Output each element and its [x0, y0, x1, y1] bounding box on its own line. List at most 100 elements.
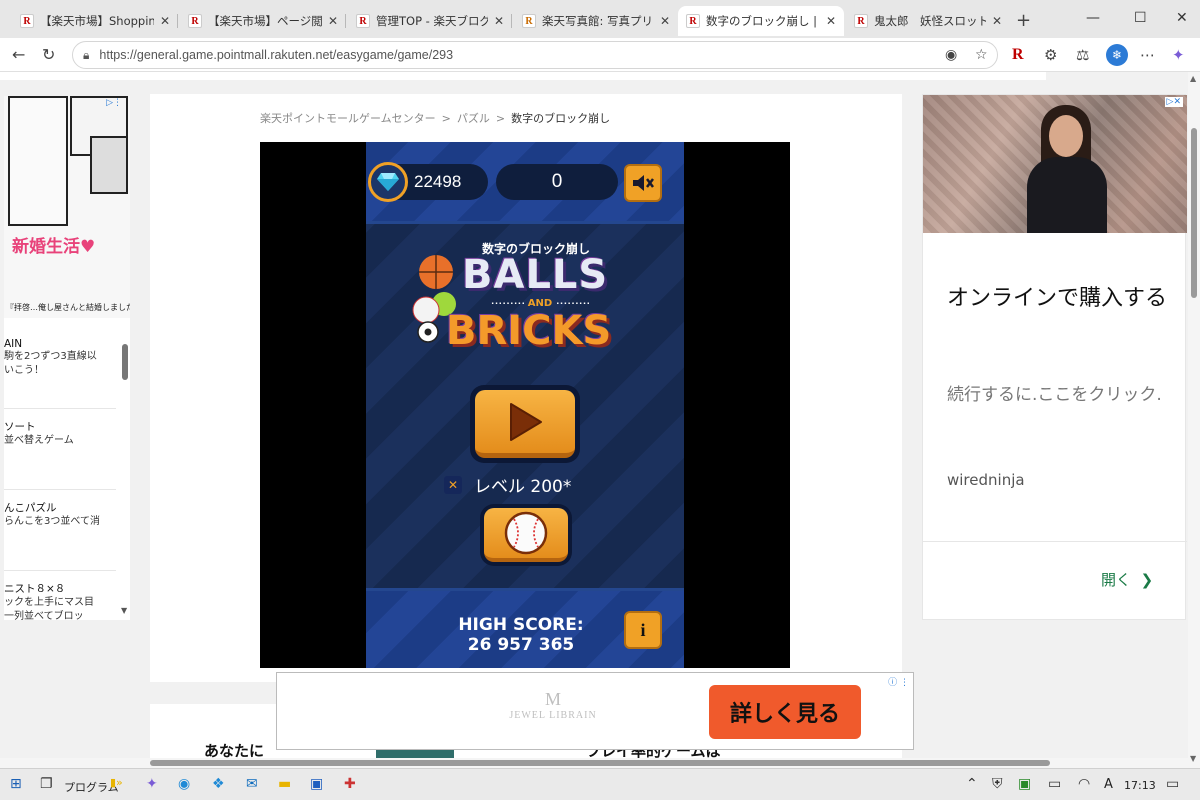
copilot-app-icon[interactable]: ✦ — [146, 776, 158, 792]
ad-open-button[interactable]: 開く ❯ — [1101, 569, 1153, 590]
level-label: レベル 200* — [474, 477, 572, 497]
taskbar: ⊞ ❐ プログラム ▮» ✦ ◉ ❖ ✉ ▬ ▣ ✚ ⌃ ⛨ ▣ ▭ ◠ A 1… — [0, 768, 1200, 800]
new-tab-button[interactable]: + — [1016, 10, 1031, 31]
folder-icon[interactable]: ▮» — [110, 776, 123, 789]
address-bar[interactable]: 🔒︎ https://general.game.pointmall.rakute… — [72, 41, 998, 69]
rakuten-favicon: R — [356, 14, 370, 28]
close-icon[interactable]: ✕ — [160, 14, 170, 28]
tracking-prevention-icon[interactable]: ◉ — [945, 47, 957, 63]
windows-start-icon[interactable]: ⊞ — [10, 776, 22, 792]
close-icon[interactable]: ✕ — [328, 14, 338, 28]
list-item[interactable]: ソート 並べ替えゲーム — [4, 409, 116, 490]
profile-avatar[interactable]: ❄ — [1106, 44, 1128, 66]
breadcrumb-home[interactable]: 楽天ポイントモールゲームセンター — [260, 112, 436, 125]
display-icon[interactable]: ▭ — [1048, 776, 1061, 792]
diamond-icon — [368, 162, 408, 202]
game-canvas[interactable]: 22498 0 数字のブロック崩し BALLS AND BRICKS — [366, 142, 684, 668]
close-icon[interactable]: ✕ — [660, 14, 670, 28]
chevron-up-icon[interactable]: ⌃ — [966, 776, 978, 792]
tab-kitaro-slot[interactable]: R 鬼太郎 妖怪スロット | ス ✕ — [846, 6, 1010, 36]
lock-icon[interactable]: 🔒︎ — [83, 48, 89, 63]
list-item[interactable]: AIN 駒を2つずつ3直線以 いこう！ — [4, 328, 116, 409]
tab-block-game[interactable]: R 数字のブロック崩し | 楽天 ✕ — [678, 6, 844, 36]
tab-rakuten-photo[interactable]: R 楽天写真館: 写真プリント| ✕ — [514, 6, 678, 36]
file-explorer-icon[interactable]: ▬ — [278, 776, 291, 792]
list-item[interactable]: ニスト８×８ ックを上手にマス目 一列並べてブロッ — [4, 571, 116, 620]
scroll-up-icon[interactable]: ▲ — [1190, 74, 1196, 83]
mute-button[interactable] — [624, 164, 662, 202]
back-button[interactable]: ← — [12, 45, 25, 64]
rakuten-favicon: R — [20, 14, 34, 28]
tab-title: 【楽天市場】ページ閲覧履 — [208, 14, 322, 28]
level-selector[interactable]: ✕ レベル 200* — [444, 472, 571, 497]
ball-shop-button[interactable] — [480, 504, 572, 566]
clock[interactable]: 17:13 — [1124, 779, 1156, 792]
vertical-scrollbar[interactable]: ▲ ▼ — [1188, 72, 1200, 768]
jewel-logo: M JEWEL LIBRAIN — [509, 689, 597, 721]
copilot-icon[interactable]: ✦ — [1172, 46, 1185, 64]
close-icon[interactable]: ✕ — [826, 14, 836, 28]
wifi-icon[interactable]: ◠ — [1078, 776, 1090, 792]
app-icon[interactable]: ✚ — [344, 776, 356, 792]
high-score-value: 26 957 365 — [467, 635, 575, 655]
favorite-star-icon[interactable]: ☆ — [975, 47, 988, 63]
collections-icon[interactable]: ⚖ — [1076, 46, 1089, 64]
learn-more-button[interactable]: 詳しく見る — [709, 685, 861, 739]
notification-icon[interactable]: ▭ — [1166, 776, 1179, 792]
gem-counter: 22498 — [368, 162, 488, 202]
main-content: 楽天ポイントモールゲームセンター > パズル > 数字のブロック崩し 22498 0 — [150, 94, 902, 682]
level-close-icon[interactable]: ✕ — [444, 475, 462, 494]
tab-title: 鬼太郎 妖怪スロット | ス — [874, 14, 986, 28]
tab-rakuten-shopping[interactable]: R 【楽天市場】Shopping is E ✕ — [12, 6, 178, 36]
horizontal-scrollbar[interactable] — [0, 758, 1188, 768]
tab-bar: R 【楽天市場】Shopping is E ✕ R 【楽天市場】ページ閲覧履 ✕… — [0, 0, 1200, 38]
ad-photo[interactable]: ▷✕ — [923, 95, 1187, 233]
breadcrumb-category[interactable]: パズル — [457, 112, 490, 125]
speaker-mute-icon — [633, 175, 654, 191]
maximize-button[interactable]: ☐ — [1134, 10, 1147, 26]
chevron-right-icon: ❯ — [1140, 571, 1154, 589]
extensions-icon[interactable]: ⚙ — [1044, 46, 1057, 64]
refresh-button[interactable]: ↻ — [42, 45, 55, 64]
more-menu-icon[interactable]: ⋯ — [1140, 46, 1155, 64]
right-ad[interactable]: ▷✕ オンラインで購入する 続行するに.ここをクリック. wiredninja … — [922, 94, 1187, 620]
close-icon[interactable]: ✕ — [992, 14, 1002, 28]
manga-ad[interactable]: ▷⋮ 新婚生活♥ 『拝啓…俺し屋さんと結婚しました』 — [4, 96, 130, 318]
ad-headline[interactable]: オンラインで購入する — [947, 283, 1167, 315]
rakuten-extension-icon[interactable]: R — [1012, 46, 1024, 64]
shield-icon[interactable]: ▣ — [1018, 776, 1031, 792]
photos-icon[interactable]: ❖ — [212, 776, 225, 792]
security-icon[interactable]: ⛨ — [992, 776, 1003, 792]
bottom-banner-ad[interactable]: ⓘ ⋮ M JEWEL LIBRAIN 詳しく見る — [276, 672, 914, 750]
close-icon[interactable]: ✕ — [494, 14, 504, 28]
logo-bricks: BRICKS — [446, 308, 612, 354]
minimize-button[interactable]: — — [1086, 10, 1100, 26]
ad-info-icon[interactable]: ▷⋮ — [106, 98, 122, 108]
info-button[interactable]: i — [624, 611, 662, 649]
close-window-button[interactable]: ✕ — [1176, 10, 1188, 26]
ad-subtext[interactable]: 続行するに.ここをクリック. — [947, 383, 1167, 407]
score-display: 0 — [496, 164, 618, 200]
rakuten-favicon: R — [854, 14, 868, 28]
rakuten-favicon: R — [188, 14, 202, 28]
scroll-down-icon[interactable]: ▼ — [1190, 754, 1196, 763]
game-list: AIN 駒を2つずつ3直線以 いこう！ ソート 並べ替えゲーム んこパズル らん… — [4, 328, 116, 620]
store-icon[interactable]: ▣ — [310, 776, 323, 792]
task-view-icon[interactable]: ❐ — [40, 776, 53, 792]
game-frame[interactable]: 22498 0 数字のブロック崩し BALLS AND BRICKS — [260, 142, 790, 668]
ime-indicator[interactable]: A — [1104, 777, 1113, 792]
list-item[interactable]: んこパズル らんこを3つ並べて消 — [4, 490, 116, 571]
ad-info-icon[interactable]: ▷✕ — [1164, 97, 1183, 107]
ad-info-icon[interactable]: ⓘ ⋮ — [888, 675, 909, 688]
outlook-icon[interactable]: ✉ — [246, 776, 258, 792]
edge-icon[interactable]: ◉ — [178, 776, 190, 792]
baseball-icon — [504, 511, 548, 555]
rakuten-favicon: R — [686, 14, 700, 28]
play-button[interactable] — [470, 385, 580, 463]
tab-rakuten-blog[interactable]: R 管理TOP - 楽天ブログ ✕ — [348, 6, 512, 36]
breadcrumb-current: 数字のブロック崩し — [511, 112, 611, 125]
photo-favicon: R — [522, 14, 536, 28]
tab-rakuten-history[interactable]: R 【楽天市場】ページ閲覧履 ✕ — [180, 6, 346, 36]
high-score-label: HIGH SCORE: — [458, 615, 584, 635]
list-scrollbar[interactable]: ▼ — [120, 328, 130, 620]
